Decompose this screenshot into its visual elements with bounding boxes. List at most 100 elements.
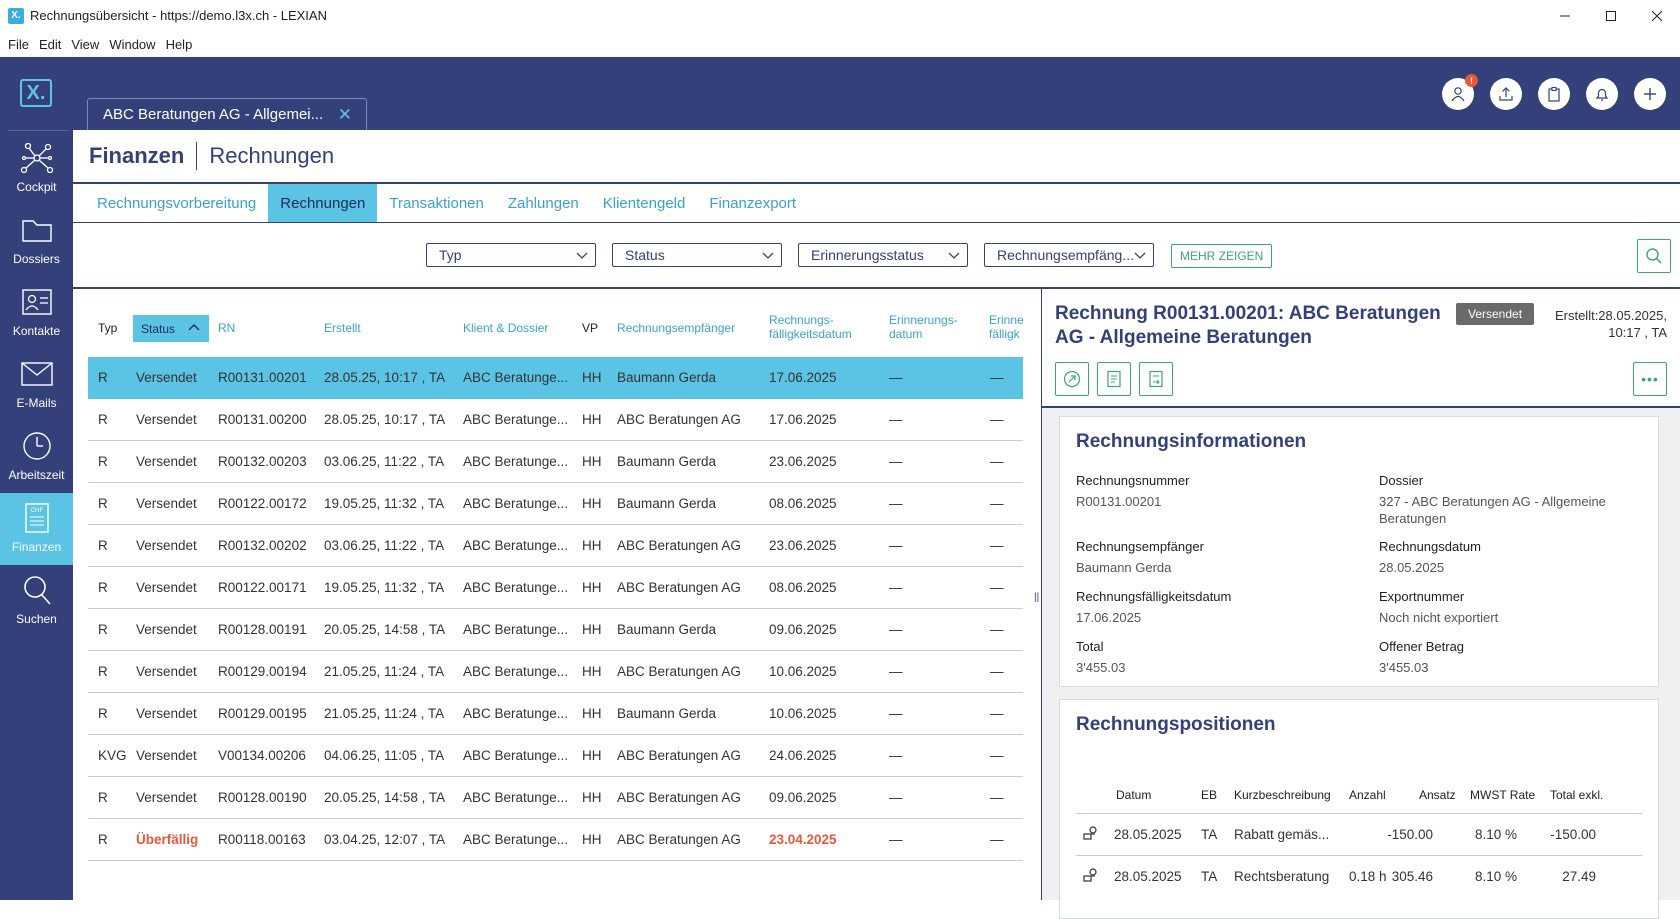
tab-transaktionen[interactable]: Transaktionen <box>377 184 496 222</box>
positions-header-anzahl[interactable]: Anzahl <box>1349 788 1386 802</box>
cell-klient: ABC Beratunge... <box>463 412 567 427</box>
cell-klient: ABC Beratunge... <box>463 370 567 385</box>
cell-empfaenger: Baumann Gerda <box>617 496 717 511</box>
sidebar-item-cockpit[interactable]: Cockpit <box>0 133 73 205</box>
navigate-button[interactable] <box>1055 362 1089 396</box>
cell-faellig: 08.06.2025 <box>769 496 837 511</box>
cell-faellig: 23.06.2025 <box>769 454 837 469</box>
sidebar-item-kontakte[interactable]: Kontakte <box>0 277 73 349</box>
positions-header-eb[interactable]: EB <box>1201 788 1217 802</box>
header-actions: ! <box>1442 74 1666 110</box>
position-row[interactable]: 28.05.2025 TA Rabatt gemäs... -150.00 8.10 %… <box>1076 813 1642 855</box>
minimize-button[interactable] <box>1542 0 1588 31</box>
typ-filter-select[interactable]: Typ <box>426 243 596 267</box>
positions-header-mwst[interactable]: MWST Rate <box>1470 788 1535 802</box>
column-header-typ[interactable]: Typ <box>98 321 117 335</box>
sidebar-item-suchen[interactable]: Suchen <box>0 565 73 637</box>
more-filters-button[interactable]: MEHR ZEIGEN <box>1171 244 1273 268</box>
lexian-logo[interactable]: X. <box>20 79 52 107</box>
menu-file[interactable]: File <box>8 37 29 52</box>
tab-finanzexport[interactable]: Finanzexport <box>697 184 808 222</box>
invoice-detail-title: Rechnung R00131.00201: ABC Beratungen AG… <box>1055 303 1441 348</box>
contact-card-icon <box>20 285 54 319</box>
cell-erinnerung: — <box>889 370 903 385</box>
dossier-value-line1: 327 - ABC Beratungen AG - Allgemeine <box>1379 494 1606 509</box>
table-row[interactable]: R Versendet R00129.00194 21.05.25, 11:24 , … <box>88 651 1023 693</box>
cell-empfaenger: Baumann Gerda <box>617 370 717 385</box>
cell-rn: R00132.00203 <box>218 454 307 469</box>
cell-erinnerung: — <box>889 664 903 679</box>
tab-klientengeld[interactable]: Klientengeld <box>591 184 698 222</box>
table-row[interactable]: KVG Versendet V00134.00206 04.06.25, 11:05 … <box>88 735 1023 777</box>
tab-zahlungen[interactable]: Zahlungen <box>496 184 591 222</box>
total-label: Total <box>1076 639 1104 654</box>
table-row[interactable]: R Versendet R00131.00201 28.05.25, 10:17 , … <box>88 357 1023 399</box>
column-header-erstellt[interactable]: Erstellt <box>324 321 361 335</box>
sidebar-item-finanzen[interactable]: CHF Finanzen <box>0 493 73 565</box>
positions-header-ansatz[interactable]: Ansatz <box>1419 788 1456 802</box>
breadcrumb-section[interactable]: Finanzen <box>89 143 184 169</box>
user-icon <box>1451 87 1465 102</box>
positions-header-datum[interactable]: Datum <box>1116 788 1151 802</box>
status-badge: Versendet <box>1456 303 1535 325</box>
notifications-button[interactable] <box>1586 78 1618 110</box>
column-header-vp[interactable]: VP <box>582 321 598 335</box>
position-row[interactable]: 28.05.2025 TA Rechtsberatung 0.18 h 305.46 8.… <box>1076 855 1642 897</box>
cell-faellig: 24.06.2025 <box>769 748 837 763</box>
sidebar-item-label: E-Mails <box>16 396 57 410</box>
positions-header-kurz[interactable]: Kurzbeschreibung <box>1234 788 1331 802</box>
invoice-pdf-button[interactable] <box>1097 362 1131 396</box>
cell-empfaenger: Baumann Gerda <box>617 622 717 637</box>
column-header-erinnerungsdatum[interactable]: Erinnerungs- datum <box>889 313 958 341</box>
maximize-button[interactable] <box>1588 0 1634 31</box>
close-window-button[interactable] <box>1634 0 1680 31</box>
column-header-faelligkeit[interactable]: Rechnungs- fälligkeitsdatum <box>769 313 852 341</box>
empfaenger-filter-select[interactable]: Rechnungsempfäng... <box>984 243 1154 267</box>
positions-header-total[interactable]: Total exkl. <box>1550 788 1603 802</box>
erinnerungsstatus-filter-select[interactable]: Erinnerungsstatus <box>798 243 968 267</box>
sidebar-item-emails[interactable]: E-Mails <box>0 349 73 421</box>
status-filter-select[interactable]: Status <box>612 243 782 267</box>
table-row[interactable]: R Versendet R00128.00191 20.05.25, 14:58 , … <box>88 609 1023 651</box>
menu-edit[interactable]: Edit <box>39 37 61 52</box>
table-row[interactable]: R Versendet R00129.00195 21.05.25, 11:24 , … <box>88 693 1023 735</box>
cell-rn: R00129.00194 <box>218 664 307 679</box>
detail-content: Rechnungsinformationen Rechnungsnummer R… <box>1042 408 1680 919</box>
offener-betrag-value: 3'455.03 <box>1379 660 1429 675</box>
clipboard-button[interactable] <box>1538 78 1570 110</box>
column-header-erinnerung-faelligkeit[interactable]: Erinne fälligk <box>989 313 1023 341</box>
search-button[interactable] <box>1637 239 1671 273</box>
table-row[interactable]: R Versendet R00132.00203 03.06.25, 11:22 , … <box>88 441 1023 483</box>
tab-rechnungsvorbereitung[interactable]: Rechnungsvorbereitung <box>85 184 268 222</box>
cell-erinnerung: — <box>889 496 903 511</box>
sidebar-item-arbeitszeit[interactable]: Arbeitszeit <box>0 421 73 493</box>
document-tab[interactable]: ABC Beratungen AG - Allgemei... ✕ <box>87 98 367 130</box>
add-button[interactable] <box>1634 78 1666 110</box>
table-row[interactable]: R Überfällig R00118.00163 03.04.25, 12:07 ,… <box>88 819 1023 861</box>
column-header-rn[interactable]: RN <box>218 321 235 335</box>
splitter-grip-icon[interactable]: || <box>1034 592 1039 603</box>
user-button[interactable]: ! <box>1442 74 1478 110</box>
table-row[interactable]: R Versendet R00131.00200 28.05.25, 10:17 , … <box>88 399 1023 441</box>
invoice-export-button[interactable] <box>1139 362 1173 396</box>
menu-window[interactable]: Window <box>109 37 155 52</box>
upload-button[interactable] <box>1490 78 1522 110</box>
erinnerungsstatus-filter-value: Erinnerungsstatus <box>811 247 924 263</box>
cell-vp: HH <box>582 454 602 469</box>
column-header-status[interactable]: Status <box>133 315 209 342</box>
table-row[interactable]: R Versendet R00128.00190 20.05.25, 14:58 , … <box>88 777 1023 819</box>
cell-empfaenger: Baumann Gerda <box>617 454 717 469</box>
column-header-klient[interactable]: Klient & Dossier <box>463 321 548 335</box>
table-row[interactable]: R Versendet R00132.00202 03.06.25, 11:22 , … <box>88 525 1023 567</box>
menu-view[interactable]: View <box>71 37 99 52</box>
sidebar-item-dossiers[interactable]: Dossiers <box>0 205 73 277</box>
table-row[interactable]: R Versendet R00122.00171 19.05.25, 11:32 , … <box>88 567 1023 609</box>
menu-help[interactable]: Help <box>166 37 193 52</box>
close-tab-icon[interactable]: ✕ <box>338 105 352 125</box>
cell-status: Versendet <box>136 706 197 721</box>
cell-typ: R <box>98 832 108 847</box>
tab-rechnungen[interactable]: Rechnungen <box>268 184 378 222</box>
more-actions-button[interactable]: ••• <box>1633 362 1667 396</box>
table-row[interactable]: R Versendet R00122.00172 19.05.25, 11:32 , … <box>88 483 1023 525</box>
column-header-empfaenger[interactable]: Rechnungsempfänger <box>617 321 735 335</box>
